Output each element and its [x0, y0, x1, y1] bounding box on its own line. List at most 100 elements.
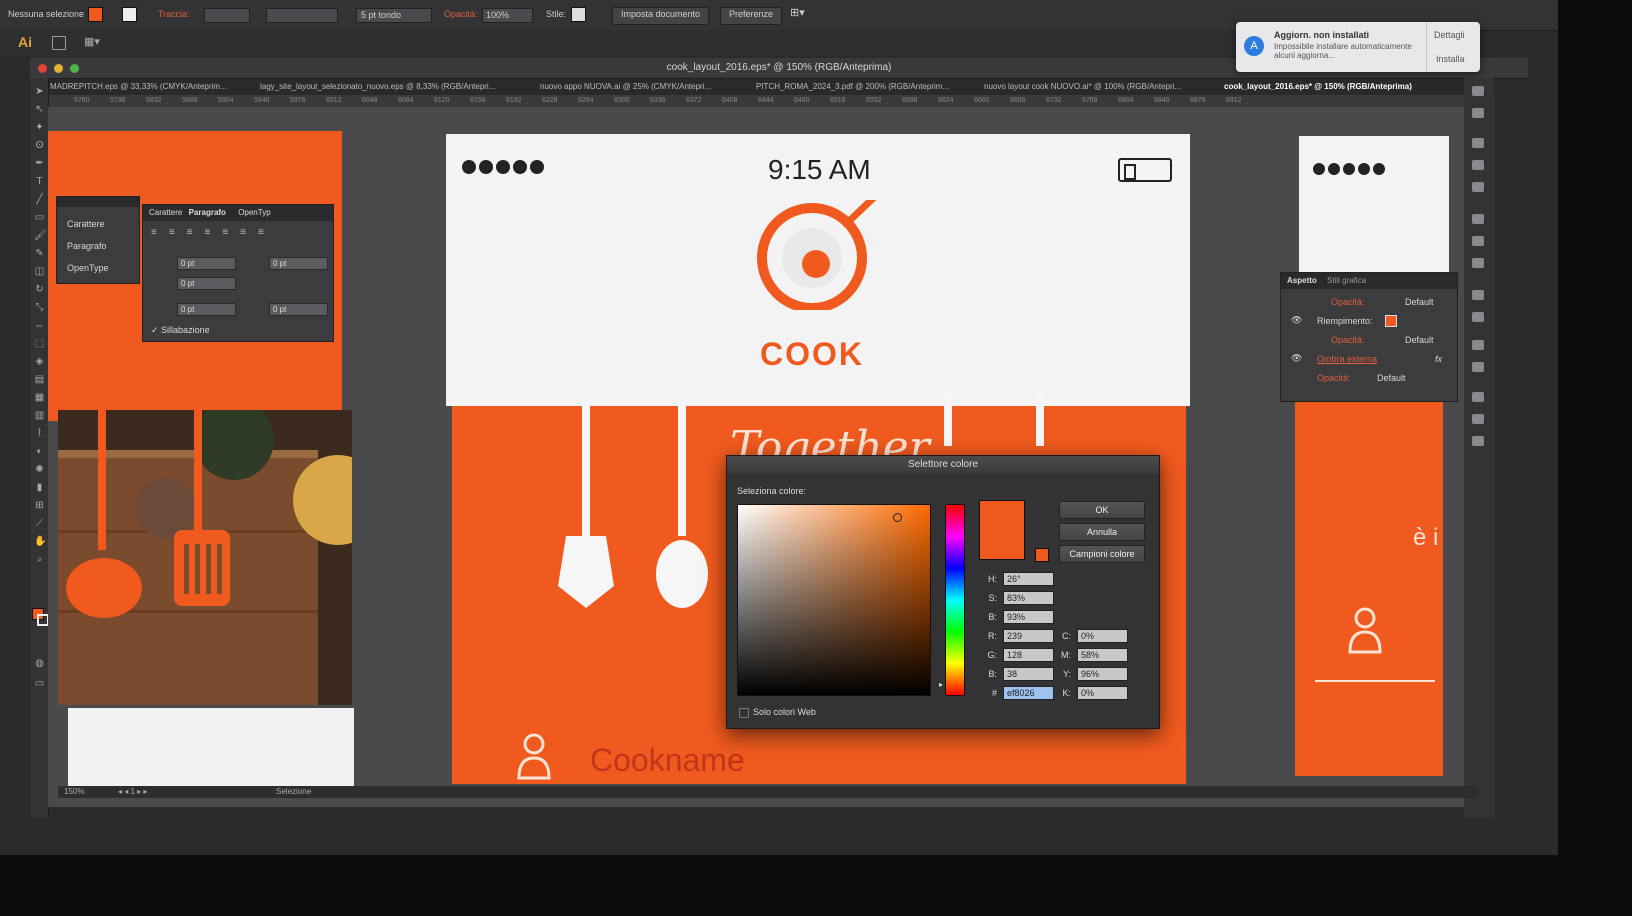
install-button[interactable]: Installa [1436, 54, 1465, 64]
align-panel-icon[interactable] [1472, 414, 1484, 424]
zoom-level[interactable]: 150% [64, 787, 84, 796]
selection-tool-icon[interactable]: ➤ [34, 86, 45, 97]
gradient-panel-icon[interactable] [1472, 236, 1484, 246]
right-indent-field[interactable]: 0 pt [269, 257, 328, 270]
document-setup-button[interactable]: Imposta documento [612, 7, 710, 25]
stroke-panel-icon[interactable] [1472, 214, 1484, 224]
opacity-field[interactable]: 100% [482, 8, 533, 23]
eraser-tool-icon[interactable]: ◫ [34, 266, 45, 277]
visibility-eye-icon[interactable]: 👁 [1291, 315, 1302, 326]
color-swatches-button[interactable]: Campioni colore [1059, 545, 1145, 563]
screen-mode-icon[interactable]: ▭ [34, 678, 45, 689]
symbols-panel-icon[interactable] [1472, 182, 1484, 192]
slice-tool-icon[interactable]: ⟋ [34, 518, 45, 529]
hand-tool-icon[interactable]: ✋ [34, 536, 46, 547]
hyphenation-checkbox[interactable]: ✓ Sillabazione [151, 325, 210, 336]
stroke-swatch[interactable] [122, 7, 137, 22]
tab-graphic-styles[interactable]: Stili grafica [1327, 276, 1366, 285]
zoom-window-icon[interactable] [70, 64, 79, 73]
free-transform-tool-icon[interactable]: ⬚ [34, 338, 45, 349]
width-tool-icon[interactable]: ⇔ [34, 320, 45, 331]
pathfinder-panel-icon[interactable] [1472, 436, 1484, 446]
blend-tool-icon[interactable]: ◐ [34, 446, 45, 457]
brush-select[interactable]: 5 pt tondo [356, 8, 432, 23]
appearance-row-label[interactable]: Opacità: [1331, 335, 1365, 345]
document-tab[interactable]: lagy_site_layout_selezionato_nuovo.eps @… [260, 79, 530, 95]
left-indent-field[interactable]: 0 pt [177, 257, 236, 270]
document-tab[interactable]: PITCH_ROMA_2024_3.pdf @ 200% (RGB/Antepr… [756, 79, 978, 95]
green-field[interactable]: 128 [1003, 648, 1054, 662]
panel-item-opentype[interactable]: OpenType [67, 263, 109, 273]
perspective-tool-icon[interactable]: ▤ [34, 374, 45, 385]
fx-icon[interactable]: fx [1435, 354, 1442, 364]
alignment-buttons[interactable]: ≡≡≡≡≡≡≡ [151, 227, 276, 238]
saturation-field[interactable]: 83% [1003, 591, 1054, 605]
blue-field[interactable]: 38 [1003, 667, 1054, 681]
opacity-label[interactable]: Opacità: [444, 9, 478, 19]
stroke-weight-field[interactable] [204, 8, 250, 23]
swatches-panel-icon[interactable] [1472, 138, 1484, 148]
drop-shadow-effect[interactable]: Ombra esterna [1317, 354, 1377, 364]
panel-header[interactable] [57, 197, 139, 207]
appearance-row-value[interactable]: Default [1405, 335, 1434, 345]
hue-slider[interactable] [945, 504, 965, 696]
ok-button[interactable]: OK [1059, 501, 1145, 519]
yellow-field[interactable]: 96% [1077, 667, 1128, 681]
color-field-cursor[interactable] [893, 513, 902, 522]
preferences-button[interactable]: Preferenze [720, 7, 783, 25]
variable-width-field[interactable] [266, 8, 338, 23]
saturation-brightness-field[interactable] [737, 504, 931, 696]
artboard-tool-icon[interactable]: ⊞ [34, 500, 45, 511]
tab-character[interactable]: Carattere [149, 208, 182, 217]
hex-field[interactable]: ef8026 [1003, 686, 1054, 700]
pencil-tool-icon[interactable]: ✎ [34, 248, 45, 259]
appearance-row-value[interactable]: Default [1405, 297, 1434, 307]
space-after-field[interactable]: 0 pt [269, 303, 328, 316]
artboard-main-top[interactable]: 9:15 AM COOK [446, 134, 1190, 406]
symbol-sprayer-tool-icon[interactable]: ✺ [34, 464, 45, 475]
brightness-field[interactable]: 93% [1003, 610, 1054, 624]
close-window-icon[interactable] [38, 64, 47, 73]
pen-tool-icon[interactable]: ✒ [34, 158, 45, 169]
zoom-tool-icon[interactable]: ⌕ [34, 554, 45, 565]
guide-panel-icon[interactable] [1472, 108, 1484, 118]
stroke-label[interactable]: Traccia: [158, 9, 190, 19]
artboard-right-top[interactable] [1299, 136, 1449, 272]
space-before-field[interactable]: 0 pt [177, 303, 236, 316]
web-safe-color-icon[interactable] [1035, 548, 1049, 562]
mesh-tool-icon[interactable]: ▦ [34, 392, 45, 403]
transparency-panel-icon[interactable] [1472, 258, 1484, 268]
magic-wand-tool-icon[interactable]: ✦ [34, 122, 45, 133]
artboard-right-bottom[interactable]: è i [1295, 400, 1443, 776]
draw-mode-icon[interactable]: ◍ [34, 658, 45, 669]
document-tab-active[interactable]: cook_layout_2016.eps* @ 150% (RGB/Antepr… [1224, 79, 1444, 95]
bridge-icon[interactable] [52, 36, 66, 50]
fill-swatch[interactable] [88, 7, 103, 22]
scale-tool-icon[interactable]: ⤡ [34, 302, 45, 313]
tab-opentype[interactable]: OpenTyp [238, 208, 270, 217]
eyedropper-tool-icon[interactable]: ⌇ [34, 428, 45, 439]
fill-swatch[interactable] [1385, 315, 1397, 327]
black-field[interactable]: 0% [1077, 686, 1128, 700]
minimize-window-icon[interactable] [54, 64, 63, 73]
document-tab[interactable]: nuovo appo NUOVA.ai @ 25% (CMYK/Antepri.… [540, 79, 740, 95]
appearance-row-label[interactable]: Riempimento: [1317, 316, 1373, 326]
rectangle-tool-icon[interactable]: ▭ [34, 212, 45, 223]
transform-panel-icon[interactable] [1472, 392, 1484, 402]
hue-slider-handle[interactable]: ▸ [939, 680, 943, 689]
artboards-panel-icon[interactable] [1472, 362, 1484, 372]
tab-appearance[interactable]: Aspetto [1287, 276, 1317, 285]
line-tool-icon[interactable]: ╱ [34, 194, 45, 205]
visibility-eye-icon[interactable]: 👁 [1291, 353, 1302, 364]
document-tab[interactable]: MADREPITCH.eps @ 33,33% (CMYK/Anteprim..… [50, 79, 252, 95]
artboard-left-bottom[interactable] [68, 708, 354, 786]
shape-builder-tool-icon[interactable]: ◈ [34, 356, 45, 367]
appearance-row-label[interactable]: Opacità: [1331, 297, 1365, 307]
direct-selection-tool-icon[interactable]: ↖ [34, 104, 45, 115]
lasso-tool-icon[interactable]: ʘ [34, 140, 45, 151]
appearance-row-value[interactable]: Default [1377, 373, 1406, 383]
hue-field[interactable]: 26° [1003, 572, 1054, 586]
graph-tool-icon[interactable]: ▮ [34, 482, 45, 493]
style-swatch[interactable] [571, 7, 586, 22]
appearance-panel-icon[interactable] [1472, 290, 1484, 300]
